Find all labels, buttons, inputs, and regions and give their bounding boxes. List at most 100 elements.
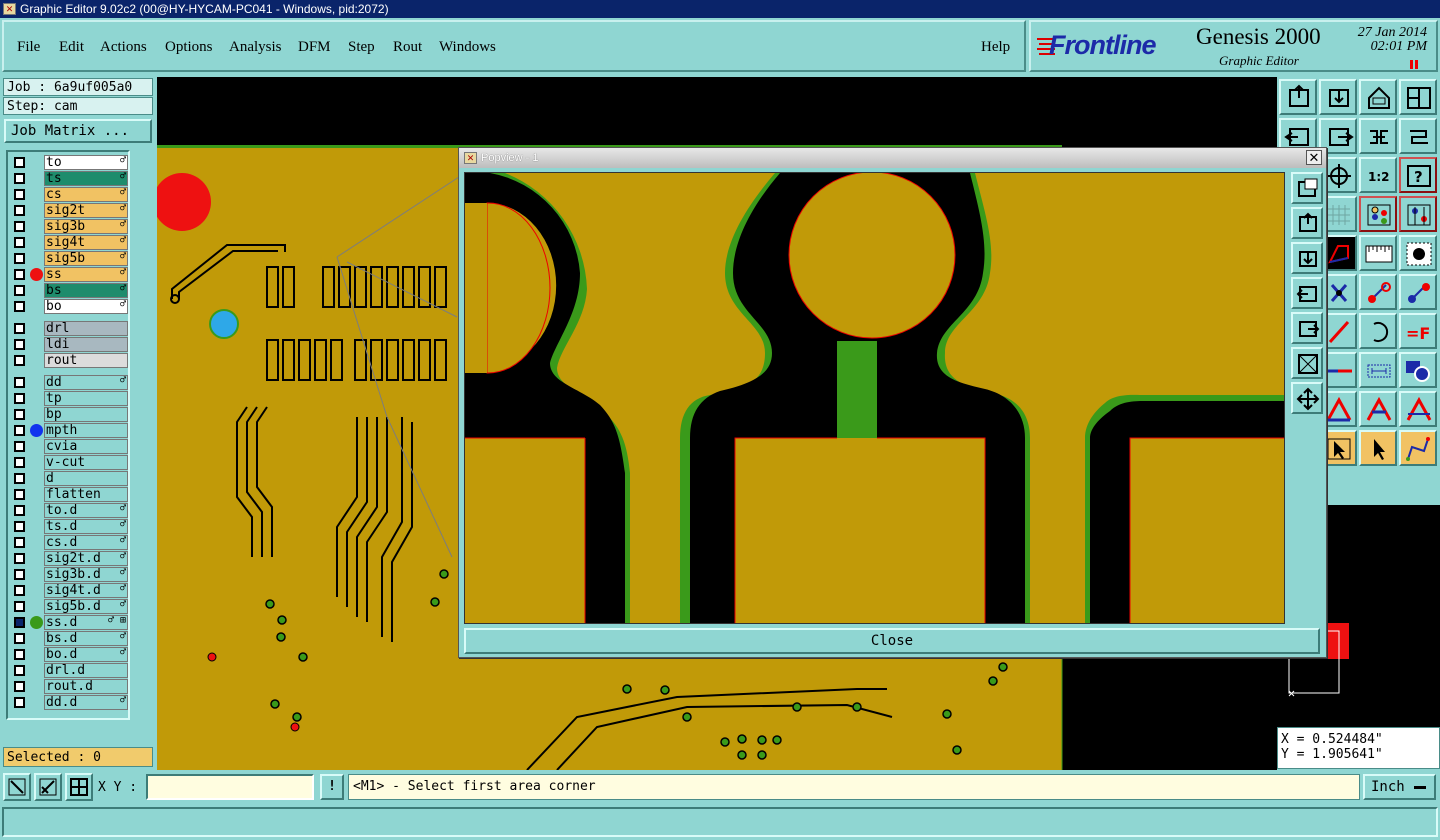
layer-name[interactable]: ts [44, 171, 128, 186]
layer-name[interactable]: sig4t [44, 235, 128, 250]
unit-selector[interactable]: Inch [1363, 774, 1436, 800]
menu-step[interactable]: Step [348, 39, 375, 56]
layer-checkbox[interactable] [14, 205, 25, 216]
menu-actions[interactable]: Actions [100, 39, 147, 56]
layer-name[interactable]: dd [44, 375, 128, 390]
layer-row[interactable]: sig3b.d ♂ [10, 567, 128, 582]
pause-icon[interactable] [1410, 60, 1418, 69]
zoom-1to2-icon[interactable]: 1:2 [1359, 157, 1397, 193]
ruler-icon[interactable] [1359, 235, 1397, 271]
layer-name[interactable]: ts.d [44, 519, 128, 534]
layer-checkbox[interactable] [14, 189, 25, 200]
layer-row[interactable]: bp [10, 407, 128, 422]
layer-row[interactable]: sig2t.d ♂ [10, 551, 128, 566]
layer-name[interactable]: cvia [44, 439, 128, 454]
layer-name[interactable]: to.d [44, 503, 128, 518]
layer-row[interactable]: dd.d ♂ [10, 695, 128, 710]
layer-checkbox[interactable] [14, 221, 25, 232]
layer-checkbox[interactable] [14, 569, 25, 580]
layer-row[interactable]: ldi [10, 337, 128, 352]
menu-rout[interactable]: Rout [393, 39, 422, 56]
layer-row[interactable]: cs ♂ [10, 187, 128, 202]
menu-file[interactable]: File [17, 39, 40, 56]
snap-grid-icon[interactable] [65, 773, 93, 801]
popview-title-bar[interactable]: ✕ Popview - 1 ✕ [459, 148, 1326, 168]
layer-checkbox[interactable] [14, 505, 25, 516]
window-split-icon[interactable] [1399, 79, 1437, 115]
pan-down-icon[interactable] [1291, 242, 1323, 274]
layer-name[interactable]: sig3b [44, 219, 128, 234]
layer-checkbox[interactable] [14, 617, 25, 628]
open-step-icon[interactable] [1279, 79, 1317, 115]
layer-row[interactable]: to ♂ [10, 155, 128, 170]
layer-name[interactable]: ldi [44, 337, 128, 352]
rotate-icon[interactable] [1399, 118, 1437, 154]
layer-checkbox[interactable] [14, 409, 25, 420]
layer-checkbox[interactable] [14, 393, 25, 404]
layer-row[interactable]: ss.d ♂ ⊞ [10, 615, 128, 630]
layer-name[interactable]: tp [44, 391, 128, 406]
layer-checkbox[interactable] [14, 665, 25, 676]
layer-row[interactable]: ts.d ♂ [10, 519, 128, 534]
layer-name[interactable]: drl.d [44, 663, 128, 678]
pan-up-icon[interactable] [1291, 207, 1323, 239]
layer-row[interactable]: rout [10, 353, 128, 368]
layer-row[interactable]: drl [10, 321, 128, 336]
zoom-area-icon[interactable] [3, 773, 31, 801]
layer-checkbox[interactable] [14, 339, 25, 350]
move-feature-icon[interactable] [1359, 274, 1397, 310]
pad-select-icon[interactable] [1399, 235, 1437, 271]
layer-row[interactable]: mpth [10, 423, 128, 438]
layer-name[interactable]: dd.d [44, 695, 128, 710]
layer-name[interactable]: cs [44, 187, 128, 202]
layer-name[interactable]: bo.d [44, 647, 128, 662]
add-arc-icon[interactable] [1359, 313, 1397, 349]
layer-checkbox[interactable] [14, 489, 25, 500]
layer-checkbox[interactable] [14, 521, 25, 532]
layer-name[interactable]: cs.d [44, 535, 128, 550]
poly-edit-icon[interactable] [1399, 391, 1437, 427]
layer-checkbox[interactable] [14, 157, 25, 168]
layer-name[interactable]: mpth [44, 423, 128, 438]
layer-checkbox[interactable] [14, 253, 25, 264]
zoom-fit-icon[interactable] [1291, 347, 1323, 379]
layer-checkbox[interactable] [14, 457, 25, 468]
help-query-icon[interactable]: ? [1399, 157, 1437, 193]
layer-checkbox[interactable] [14, 585, 25, 596]
layer-name[interactable]: bs [44, 283, 128, 298]
layer-row[interactable]: cs.d ♂ [10, 535, 128, 550]
layer-name[interactable]: sig4t.d [44, 583, 128, 598]
warning-button[interactable]: ! [320, 774, 344, 800]
layer-checkbox[interactable] [14, 323, 25, 334]
close-button[interactable]: Close [464, 628, 1320, 654]
layer-row[interactable]: dd ♂ [10, 375, 128, 390]
layer-name[interactable]: sig5b.d [44, 599, 128, 614]
poly-blue-icon[interactable] [1359, 391, 1397, 427]
xy-input[interactable] [146, 774, 314, 800]
layer-checkbox[interactable] [14, 537, 25, 548]
layer-name[interactable]: sig2t [44, 203, 128, 218]
measure-icon[interactable] [34, 773, 62, 801]
layer-row[interactable]: bs ♂ [10, 283, 128, 298]
layer-row[interactable]: bs.d ♂ [10, 631, 128, 646]
layer-row[interactable]: cvia [10, 439, 128, 454]
layer-row[interactable]: sig5b ♂ [10, 251, 128, 266]
layer-row[interactable]: drl.d [10, 663, 128, 678]
dimension-icon[interactable] [1359, 352, 1397, 388]
layer-name[interactable]: sig3b.d [44, 567, 128, 582]
layer-row[interactable]: sig3b ♂ [10, 219, 128, 234]
layer-row[interactable]: v-cut [10, 455, 128, 470]
job-matrix-button[interactable]: Job Matrix ... [4, 119, 152, 143]
layer-row[interactable]: ss ♂ [10, 267, 128, 282]
layer-checkbox[interactable] [14, 681, 25, 692]
layer-name[interactable]: to [44, 155, 128, 170]
layer-name[interactable]: bo [44, 299, 128, 314]
layer-name[interactable]: d [44, 471, 128, 486]
layer-checkbox[interactable] [14, 425, 25, 436]
pan-left-icon[interactable] [1291, 277, 1323, 309]
layer-name[interactable]: sig5b [44, 251, 128, 266]
select-arrow-icon[interactable] [1359, 430, 1397, 466]
layer-name[interactable]: ss [44, 267, 128, 282]
layer-row[interactable]: sig5b.d ♂ [10, 599, 128, 614]
save-step-icon[interactable] [1319, 79, 1357, 115]
